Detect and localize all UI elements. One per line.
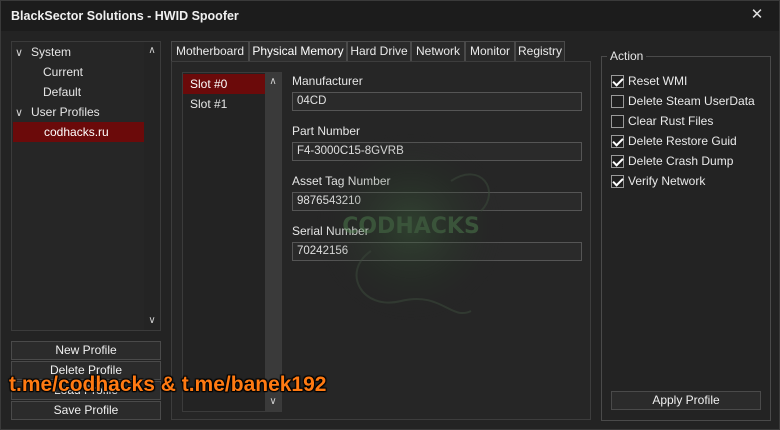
tab-motherboard[interactable]: Motherboard: [171, 41, 249, 61]
chevron-down-icon[interactable]: ∨: [15, 103, 31, 123]
close-icon[interactable]: ✕: [747, 5, 767, 25]
checkbox-unchecked-icon[interactable]: [611, 94, 624, 108]
checkbox-unchecked-icon[interactable]: [611, 114, 624, 128]
delete-profile-button[interactable]: Delete Profile: [11, 361, 161, 380]
physical-memory-panel: Slot #0 Slot #1 ∧ ∨ Manufacturer 04CD Pa…: [171, 61, 591, 420]
chevron-up-icon[interactable]: ∧: [265, 74, 281, 90]
checkbox-label: Verify Network: [628, 174, 706, 188]
list-item-slot-0[interactable]: Slot #0: [183, 74, 267, 94]
manufacturer-field[interactable]: 04CD: [292, 92, 582, 111]
tab-monitor[interactable]: Monitor: [465, 41, 515, 61]
list-item-slot-1[interactable]: Slot #1: [183, 94, 267, 114]
tab-hard-drive[interactable]: Hard Drive: [347, 41, 411, 61]
tab-registry[interactable]: Registry: [515, 41, 565, 61]
new-profile-button[interactable]: New Profile: [11, 341, 161, 360]
serial-number-field[interactable]: 70242156: [292, 242, 582, 261]
apply-profile-button[interactable]: Apply Profile: [611, 391, 761, 410]
window-title: BlackSector Solutions - HWID Spoofer: [11, 9, 239, 23]
chevron-up-icon[interactable]: ∧: [144, 43, 160, 59]
slot-scrollbar[interactable]: ∧ ∨: [265, 73, 281, 411]
checkbox-checked-icon[interactable]: [611, 134, 624, 148]
tree-item-codhacks[interactable]: codhacks.ru: [13, 122, 145, 142]
checkbox-checked-icon[interactable]: [611, 154, 624, 168]
part-number-label: Part Number: [292, 124, 361, 138]
save-profile-button[interactable]: Save Profile: [11, 401, 161, 420]
checkbox-checked-icon[interactable]: [611, 74, 624, 88]
verify-network-checkbox[interactable]: Verify Network: [611, 172, 705, 190]
checkbox-label: Delete Crash Dump: [628, 154, 734, 168]
checkbox-label: Delete Steam UserData: [628, 94, 755, 108]
tree-item-user-profiles[interactable]: ∨ User Profiles: [15, 102, 145, 122]
checkbox-label: Delete Restore Guid: [628, 134, 737, 148]
tab-physical-memory[interactable]: Physical Memory: [249, 41, 347, 62]
tree-item-label: Current: [43, 65, 84, 79]
part-number-field[interactable]: F4-3000C15-8GVRB: [292, 142, 582, 161]
profile-tree[interactable]: ∨ System Current Default ∨ User Profiles c…: [11, 41, 161, 331]
load-profile-button[interactable]: Load Profile: [11, 381, 161, 400]
delete-steam-userdata-checkbox[interactable]: Delete Steam UserData: [611, 92, 755, 110]
slot-list[interactable]: Slot #0 Slot #1 ∧ ∨: [182, 72, 282, 412]
asset-tag-label: Asset Tag Number: [292, 174, 391, 188]
action-group-title: Action: [607, 49, 647, 63]
reset-wmi-checkbox[interactable]: Reset WMI: [611, 72, 687, 90]
clear-rust-files-checkbox[interactable]: Clear Rust Files: [611, 112, 713, 130]
chevron-down-icon[interactable]: ∨: [15, 43, 31, 63]
tree-item-system[interactable]: ∨ System: [15, 42, 145, 62]
tree-item-label: codhacks.ru: [44, 125, 109, 139]
chevron-down-icon[interactable]: ∨: [265, 394, 281, 410]
delete-crash-dump-checkbox[interactable]: Delete Crash Dump: [611, 152, 733, 170]
tree-item-current[interactable]: Current: [43, 62, 143, 82]
checkbox-label: Reset WMI: [628, 74, 688, 88]
chevron-down-icon[interactable]: ∨: [144, 313, 160, 329]
delete-restore-guid-checkbox[interactable]: Delete Restore Guid: [611, 132, 737, 150]
serial-number-label: Serial Number: [292, 224, 369, 238]
tree-scrollbar[interactable]: ∧ ∨: [144, 42, 160, 330]
tab-network[interactable]: Network: [411, 41, 465, 61]
checkbox-label: Clear Rust Files: [628, 114, 714, 128]
tree-item-default[interactable]: Default: [43, 82, 143, 102]
checkbox-checked-icon[interactable]: [611, 174, 624, 188]
tree-item-label: System: [31, 45, 72, 59]
action-group: [601, 56, 771, 421]
asset-tag-field[interactable]: 9876543210: [292, 192, 582, 211]
manufacturer-label: Manufacturer: [292, 74, 363, 88]
tree-item-label: User Profiles: [31, 105, 100, 119]
tree-item-label: Default: [43, 85, 82, 99]
app-window: BlackSector Solutions - HWID Spoofer ✕ ∨…: [0, 0, 780, 430]
title-bar[interactable]: BlackSector Solutions - HWID Spoofer ✕: [1, 1, 779, 31]
